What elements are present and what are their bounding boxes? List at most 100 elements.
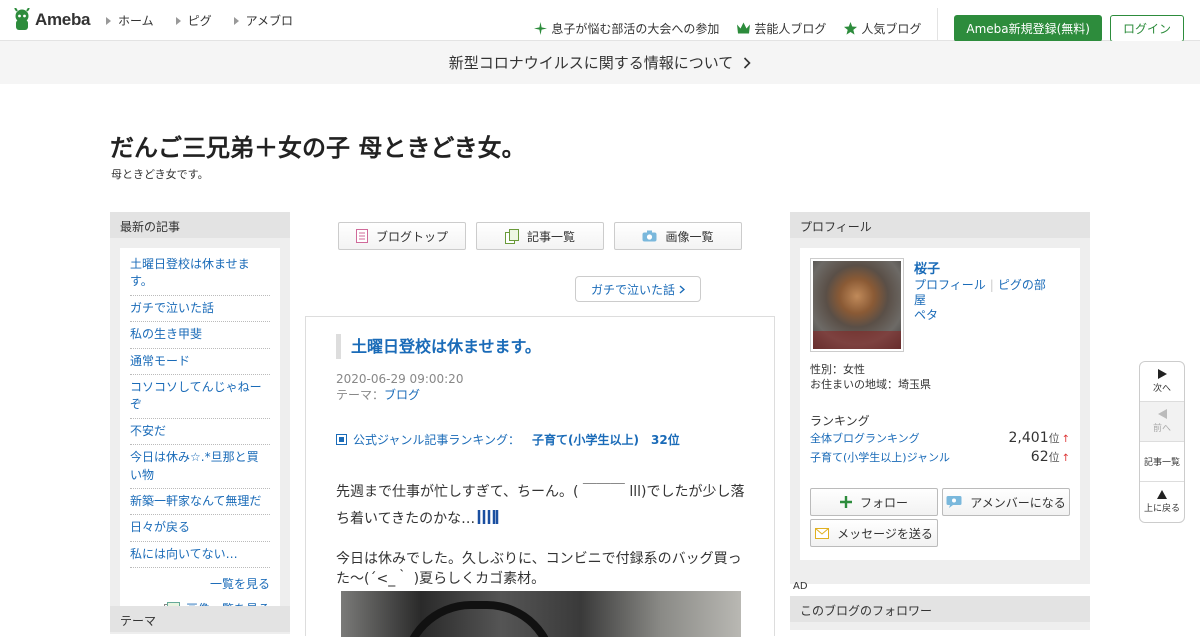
plus-icon [839,496,852,508]
bars-emoji-icon [477,510,499,524]
send-message-label: メッセージを送る [837,526,933,541]
article-paragraph: 今日は休みでした。久しぶりに、コンビニで付録系のバッグ買った〜(´<_｀ )夏ら… [336,551,742,587]
profile-gender: 性別：女性 [810,363,865,376]
article-photo[interactable] [341,591,741,637]
see-all-articles-link[interactable]: 一覧を見る [130,576,270,593]
peta-link[interactable]: ペタ [914,308,938,322]
logo-text: Ameba [35,10,91,29]
profile-attributes: 性別：女性 お住まいの地域：埼玉県 [810,362,931,392]
article-date: 2020-06-29 09:00:20 [336,372,464,386]
crown-icon [737,22,751,34]
tab-article-list[interactable]: 記事一覧 [476,222,604,250]
trend-up-icon: ↑ [1061,453,1070,464]
article-list-button[interactable]: 記事一覧 [1140,442,1184,482]
back-to-top-label: 上に戻る [1143,504,1180,514]
recent-article-link[interactable]: 通常モード [130,349,270,375]
header-link-celebrity[interactable]: 芸能人ブログ [737,20,826,37]
ranking-row-label[interactable]: 全体ブログランキング [810,430,920,446]
article-meta: 2020-06-29 09:00:20 テーマ：ブログ [336,371,463,403]
recent-articles-box: 最新の記事 土曜日登校は休ませます。 ガチで泣いた話 私の生き甲斐 通常モード … [110,212,290,634]
nav-pig[interactable]: ピグ [175,12,212,29]
camera-icon [642,230,657,242]
link-divider: | [989,278,994,292]
next-article-link[interactable]: ガチで泣いた話 [575,276,701,302]
amember-button[interactable]: アメンバーになる [942,488,1070,516]
triangle-right-icon [233,16,239,25]
ranking-unit: 位 [1048,432,1060,445]
chevron-right-icon [679,284,685,294]
article-title[interactable]: 土曜日登校は休ませます。 [336,334,541,359]
article-theme-link[interactable]: ブログ [384,388,420,402]
recent-article-link[interactable]: 日々が戻る [130,515,270,542]
prev-article-button[interactable]: 前へ [1140,402,1184,442]
tab-blog-top[interactable]: ブログトップ [338,222,466,250]
envelope-icon [815,527,830,539]
ameba-logo[interactable]: Ameba [12,8,90,32]
sparkle-icon [534,21,548,35]
copy-icon [504,228,519,244]
register-button[interactable]: Ameba新規登録(無料) [954,14,1102,42]
triangle-up-icon [1157,490,1167,499]
trend-up-icon: ↑ [1061,434,1070,445]
tab-label: 画像一覧 [665,229,714,244]
ranking-icon [336,434,347,445]
header-link-popular[interactable]: 人気ブログ [844,20,921,37]
tab-label: 記事一覧 [526,229,575,244]
recent-article-link[interactable]: 私には向いてない… [130,542,270,569]
back-to-top-button[interactable]: 上に戻る [1140,482,1184,522]
next-article-button[interactable]: 次へ [1140,362,1184,402]
next-label: 次へ [1152,384,1171,394]
nav-label: アメブロ [245,14,294,28]
recent-articles-list: 土曜日登校は休ませます。 ガチで泣いた話 私の生き甲斐 通常モード コソコソして… [120,248,280,624]
recent-article-link[interactable]: 今日は休み☆.*旦那と買い物 [130,445,270,489]
profile-link[interactable]: プロフィール [914,278,986,292]
profile-avatar[interactable] [810,258,904,352]
profile-card: 桜子 プロフィール | ピグの部屋 ペタ 性別：女性 お住まいの地域：埼玉県 ランキ… [800,248,1080,560]
ranking-unit: 位 [1048,451,1060,464]
ranking-row-value: 2,401位 ↑ [1009,430,1070,446]
tab-image-list[interactable]: 画像一覧 [614,222,742,250]
profile-location: お住まいの地域：埼玉県 [810,378,931,391]
login-button[interactable]: ログイン [1109,14,1184,42]
triangle-right-icon [106,16,111,25]
header-link-label: 人気ブログ [861,21,922,36]
floating-nav: 次へ 前へ 記事一覧 上に戻る [1139,361,1185,523]
amember-label: アメンバーになる [970,495,1066,510]
recent-article-link[interactable]: 土曜日登校は休ませます。 [130,252,270,296]
document-icon [355,229,368,243]
play-right-icon [1157,369,1167,379]
nav-ameblo[interactable]: アメブロ [233,12,294,29]
ranking-row-label[interactable]: 子育て(小学生以上)ジャンル [810,449,950,465]
recent-article-link[interactable]: 不安だ [130,419,270,446]
followers-heading: このブログのフォロワー [790,596,1090,622]
triangle-right-icon [175,16,181,25]
ranking-number: 62 [1030,449,1049,465]
next-article-label: ガチで泣いた話 [590,282,675,297]
article-entry: 土曜日登校は休ませます。 2020-06-29 09:00:20 テーマ：ブログ… [305,316,775,637]
recent-article-link[interactable]: 新築一軒家なんて無理だ [130,489,270,516]
genre-ranking[interactable]: 公式ジャンル記事ランキング： 子育て(小学生以上) 32位 [336,431,680,448]
follow-button[interactable]: フォロー [810,488,938,516]
profile-name[interactable]: 桜子 [914,258,940,277]
blog-tabs: ブログトップ 記事一覧 画像一覧 [338,222,742,250]
star-icon [844,21,858,35]
send-message-button[interactable]: メッセージを送る [810,519,938,547]
blog-title[interactable]: だんご三兄弟＋女の子 母ときどき女。 [110,128,526,163]
theme-prefix: テーマ： [336,388,385,402]
ranking-label: 公式ジャンル記事ランキング： [353,433,521,447]
ranking-row: 子育て(小学生以上)ジャンル 62位 ↑ [810,449,1070,465]
chevron-right-icon [744,56,751,69]
avatar-image [813,261,901,349]
nav-home[interactable]: ホーム [106,12,154,29]
recent-articles-body: 土曜日登校は休ませます。 ガチで泣いた話 私の生き甲斐 通常モード コソコソして… [110,238,290,634]
follow-label: フォロー [859,495,908,510]
covid-notice-bar[interactable]: 新型コロナウイルスに関する情報について [0,41,1200,84]
header-link-topic[interactable]: 息子が悩む部活の大会への参加 [534,20,719,37]
recent-article-link[interactable]: 私の生き甲斐 [130,322,270,349]
article-list-label: 記事一覧 [1143,458,1180,468]
notice-text: 新型コロナウイルスに関する情報について [448,54,734,72]
recent-article-link[interactable]: コソコソしてんじゃねーぞ [130,375,270,419]
ad-label: AD [793,581,808,592]
profile-box: プロフィール 桜子 プロフィール | ピグの部屋 ペタ 性別：女性 お住まいの地域：… [790,212,1090,584]
recent-article-link[interactable]: ガチで泣いた話 [130,296,270,323]
